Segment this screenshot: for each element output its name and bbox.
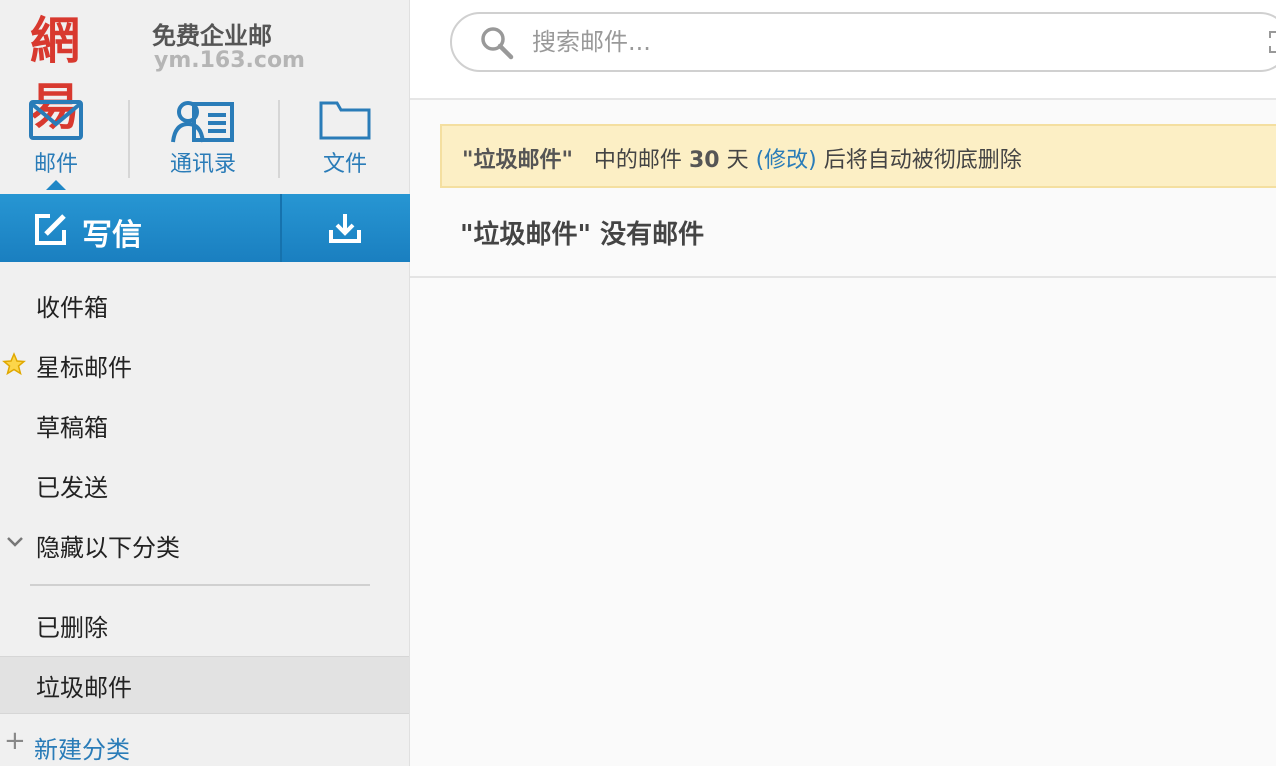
notice-tail: 后将自动被彻底删除	[823, 148, 1022, 173]
product-name: 免费企业邮	[152, 22, 272, 50]
tab-mail[interactable]: 邮件	[10, 96, 102, 186]
notice-unit: 天	[726, 148, 749, 173]
main-nav: 邮件 通讯录 文件	[0, 96, 410, 186]
auto-delete-notice: "垃圾邮件" 中的邮件 30 天 (修改) 后将自动被彻底删除	[440, 124, 1276, 188]
folder-sent[interactable]: 已发送	[0, 456, 409, 514]
notice-text: "垃圾邮件" 中的邮件 30 天 (修改) 后将自动被彻底删除	[462, 142, 1022, 174]
active-tab-caret	[46, 180, 66, 190]
plus-icon: +	[4, 726, 26, 756]
contacts-icon	[170, 100, 236, 148]
pencil-edit-icon	[34, 212, 68, 250]
content-divider	[410, 276, 1276, 278]
compose-bar: 写信	[0, 194, 410, 262]
modify-retention-link[interactable]: (修改)	[756, 148, 817, 173]
main-panel: "垃圾邮件" 中的邮件 30 天 (修改) 后将自动被彻底删除 "垃圾邮件" 没…	[410, 0, 1276, 766]
notice-days: 30	[688, 148, 720, 173]
folder-deleted[interactable]: 已删除	[0, 596, 409, 654]
product-domain: ym.163.com	[154, 48, 305, 73]
empty-folder-message: "垃圾邮件" 没有邮件	[460, 220, 705, 250]
tab-files-label: 文件	[322, 152, 367, 177]
folder-label: 垃圾邮件	[36, 674, 132, 702]
expand-icon[interactable]	[1268, 30, 1276, 58]
folder-label: 已删除	[36, 614, 108, 642]
folder-inbox[interactable]: 收件箱	[0, 276, 409, 334]
chevron-down-icon	[6, 534, 24, 553]
search-box[interactable]	[450, 12, 1276, 72]
tab-contacts[interactable]: 通讯录	[150, 96, 256, 186]
toggle-hide-categories[interactable]: 隐藏以下分类	[0, 516, 409, 574]
folder-divider	[30, 584, 370, 586]
nav-divider	[278, 100, 280, 178]
tab-files[interactable]: 文件	[300, 96, 390, 186]
search-input[interactable]	[532, 24, 1232, 60]
folder-label: 已发送	[36, 474, 108, 502]
folder-drafts[interactable]: 草稿箱	[0, 396, 409, 454]
top-bar	[410, 0, 1276, 100]
sidebar: 網易 免费企业邮 ym.163.com 邮件 通讯录 文件 写信 收件箱 星标邮…	[0, 0, 410, 766]
folder-starred[interactable]: 星标邮件	[0, 336, 409, 394]
tab-contacts-label: 通讯录	[169, 152, 236, 177]
star-icon	[2, 352, 26, 380]
folder-label: 收件箱	[36, 294, 108, 322]
download-icon	[328, 212, 362, 248]
folder-label: 隐藏以下分类	[36, 534, 180, 562]
nav-divider	[128, 100, 130, 178]
folder-label: 草稿箱	[36, 414, 108, 442]
search-icon[interactable]	[480, 26, 514, 64]
receive-mail-button[interactable]	[282, 194, 410, 262]
folder-label: 星标邮件	[36, 354, 132, 382]
notice-middle: 中的邮件	[593, 148, 682, 173]
new-folder-button[interactable]: + 新建分类	[0, 716, 409, 766]
folder-icon	[319, 100, 371, 144]
new-folder-label: 新建分类	[34, 736, 130, 764]
tab-mail-label: 邮件	[33, 152, 78, 177]
compose-label: 写信	[82, 218, 142, 253]
envelope-icon	[29, 100, 83, 144]
notice-folder: "垃圾邮件"	[462, 148, 573, 173]
folder-spam[interactable]: 垃圾邮件	[0, 656, 409, 714]
compose-button[interactable]: 写信	[0, 194, 280, 262]
